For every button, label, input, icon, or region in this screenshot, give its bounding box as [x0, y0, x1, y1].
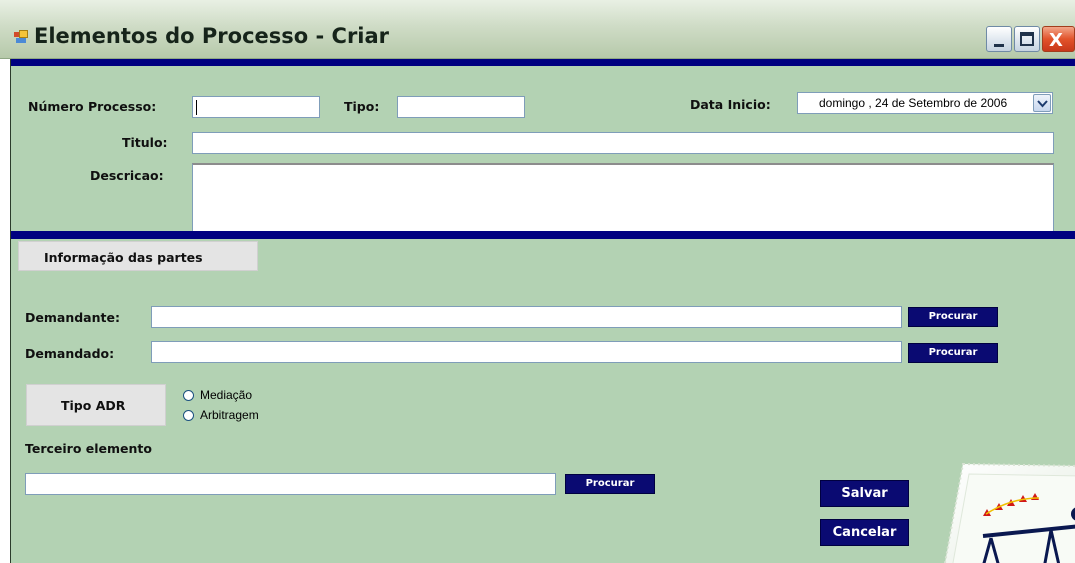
scales-logo-image: [931, 454, 1075, 563]
titulo-label: Titulo:: [122, 135, 168, 150]
window: Elementos do Processo - Criar X Número P…: [0, 0, 1075, 563]
demandado-procurar-button[interactable]: Procurar: [908, 343, 998, 363]
radio-circle-icon: [183, 389, 194, 401]
radio-mediacao-label: Mediação: [200, 388, 253, 402]
radio-mediacao[interactable]: Mediação: [183, 388, 252, 402]
save-button[interactable]: Salvar: [820, 480, 909, 507]
radio-arbitragem-label: Arbitragem: [200, 408, 259, 422]
demandado-input[interactable]: [151, 341, 902, 363]
partes-section-label: Informação das partes: [44, 250, 203, 265]
terceiro-procurar-button[interactable]: Procurar: [565, 474, 655, 494]
close-button[interactable]: X: [1042, 26, 1075, 52]
data-inicio-value: domingo , 24 de Setembro de 2006: [819, 96, 1008, 110]
data-inicio-picker[interactable]: domingo , 24 de Setembro de 2006: [797, 92, 1053, 114]
descricao-textarea[interactable]: [192, 163, 1054, 233]
maximize-button[interactable]: [1014, 26, 1040, 52]
date-dropdown-button[interactable]: [1033, 94, 1051, 112]
demandante-label: Demandante:: [25, 310, 120, 325]
app-icon: [14, 30, 28, 44]
title-bar[interactable]: Elementos do Processo - Criar X: [0, 0, 1075, 59]
descricao-label: Descricao:: [90, 168, 164, 183]
tipo-input[interactable]: [397, 96, 525, 118]
cancel-button[interactable]: Cancelar: [820, 519, 909, 546]
window-title: Elementos do Processo - Criar: [34, 24, 390, 48]
text-cursor: [196, 100, 197, 115]
top-separator-bar: [11, 59, 1075, 66]
close-icon: X: [1049, 30, 1063, 51]
titulo-input[interactable]: [192, 132, 1054, 154]
adr-label-box: Tipo ADR: [26, 384, 166, 426]
demandado-label: Demandado:: [25, 346, 115, 361]
radio-arbitragem[interactable]: Arbitragem: [183, 408, 259, 422]
demandante-procurar-button[interactable]: Procurar: [908, 307, 998, 327]
demandante-input[interactable]: [151, 306, 902, 328]
minimize-button[interactable]: [986, 26, 1012, 52]
maximize-icon: [1020, 32, 1034, 46]
minimize-icon: [994, 44, 1004, 47]
partes-section-header: Informação das partes: [18, 241, 258, 271]
radio-circle-icon: [183, 409, 194, 421]
terceiro-input[interactable]: [25, 473, 556, 495]
adr-label: Tipo ADR: [61, 398, 126, 413]
data-inicio-label: Data Inicio:: [690, 97, 771, 112]
tipo-label: Tipo:: [344, 99, 380, 114]
form-area: Número Processo: Tipo: Data Inicio: domi…: [10, 59, 1075, 563]
chevron-down-icon: [1037, 100, 1048, 108]
numero-processo-input[interactable]: [192, 96, 320, 118]
middle-separator-bar: [11, 231, 1075, 239]
numero-processo-label: Número Processo:: [28, 99, 157, 114]
terceiro-label: Terceiro elemento: [25, 441, 152, 456]
